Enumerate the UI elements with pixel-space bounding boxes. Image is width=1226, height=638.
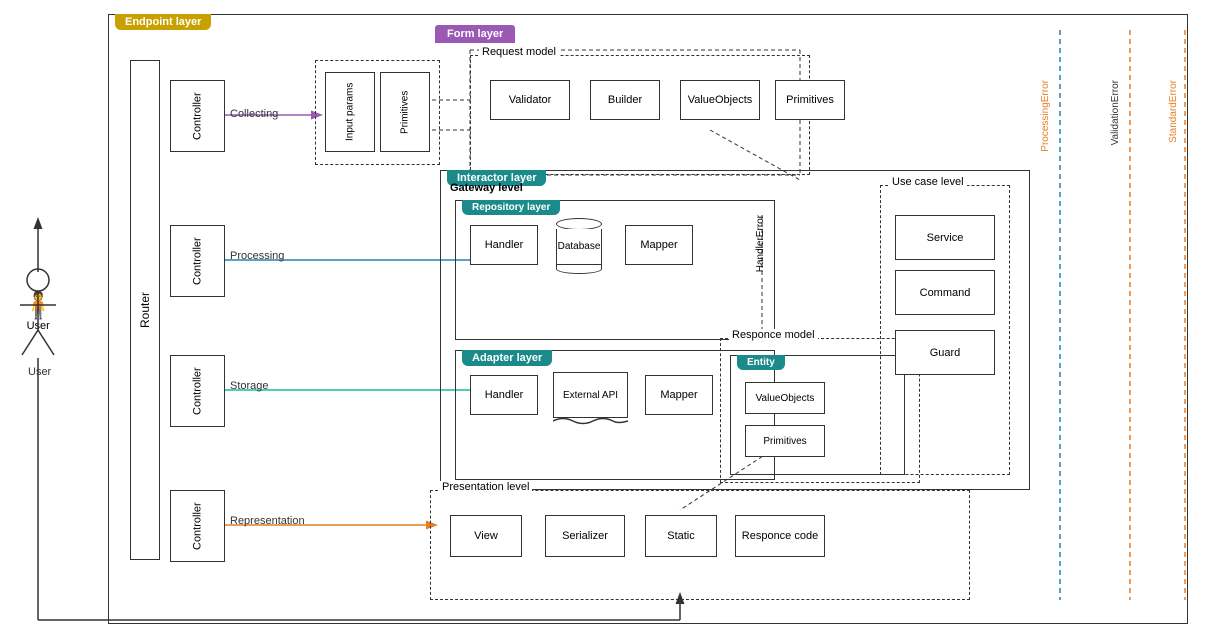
collecting-label: Collecting	[230, 108, 278, 120]
external-api-box: External API	[553, 372, 628, 418]
mapper-repo-box: Mapper	[625, 225, 693, 265]
user-label: User	[27, 320, 50, 332]
storage-label: Storage	[230, 380, 269, 392]
service-box: Service	[895, 215, 995, 260]
repository-layer: Repository layer	[455, 200, 775, 340]
responce-code-box: Responce code	[735, 515, 825, 557]
user-body: 🧍	[22, 292, 54, 318]
processing-error-label: ProcessingError	[1040, 80, 1051, 152]
gateway-level-label: Gateway level	[450, 182, 523, 194]
representation-label: Representation	[230, 515, 305, 527]
endpoint-layer-label: Endpoint layer	[115, 14, 211, 30]
repository-layer-label: Repository layer	[462, 200, 560, 215]
user-figure: 🧍 User	[22, 270, 54, 332]
mapper-adapter-box: Mapper	[645, 375, 713, 415]
use-case-level-label: Use case level	[889, 176, 967, 188]
handler-error-label: HandlerError	[755, 215, 766, 272]
builder-box: Builder	[590, 80, 660, 120]
controller-1: Controller	[170, 80, 225, 152]
adapter-layer-label: Adapter layer	[462, 350, 552, 366]
diagram-container: Endpoint layer 🧍 User User	[0, 0, 1226, 638]
entity-box: Entity	[730, 355, 905, 475]
static-box: Static	[645, 515, 717, 557]
external-api-wave	[553, 416, 628, 426]
controller-3: Controller	[170, 355, 225, 427]
svg-text:User: User	[28, 366, 52, 378]
presentation-level-label: Presentation level	[439, 481, 532, 493]
controller-2: Controller	[170, 225, 225, 297]
controller-4: Controller	[170, 490, 225, 562]
user-head	[27, 270, 49, 292]
guard-box: Guard	[895, 330, 995, 375]
request-model-label: Request model	[479, 46, 559, 58]
validator-box: Validator	[490, 80, 570, 120]
entity-label: Entity	[737, 355, 785, 370]
handler-repo-box: Handler	[470, 225, 538, 265]
primitives-entity-box: Primitives	[745, 425, 825, 457]
command-box: Command	[895, 270, 995, 315]
processing-label: Processing	[230, 250, 284, 262]
serializer-box: Serializer	[545, 515, 625, 557]
view-box: View	[450, 515, 522, 557]
form-layer-tag: Form layer	[435, 25, 515, 43]
database-cylinder: Database	[556, 218, 602, 274]
primitives-request-box: Primitives	[775, 80, 845, 120]
router-box: Router	[130, 60, 160, 560]
validation-error-label: ValidationError	[1110, 80, 1121, 145]
responce-model-label: Responce model	[729, 329, 818, 341]
form-layer-dashed	[315, 60, 440, 165]
handler-adapter-box: Handler	[470, 375, 538, 415]
valueobjects-request-box: ValueObjects	[680, 80, 760, 120]
valueobjects-entity-box: ValueObjects	[745, 382, 825, 414]
standard-error-label: StandardError	[1168, 80, 1179, 143]
